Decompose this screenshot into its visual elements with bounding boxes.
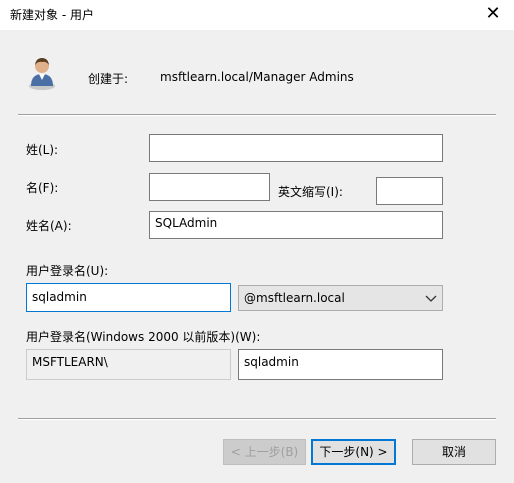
created-in-label: 创建于: [88, 72, 129, 86]
logon-name-label: 用户登录名(U): [26, 264, 109, 278]
last-name-label: 姓(L): [26, 143, 59, 157]
divider [18, 418, 496, 420]
next-button[interactable]: 下一步(N) > [311, 439, 396, 465]
domain-suffix-value: @msftlearn.local [244, 291, 345, 305]
window-title: 新建对象 - 用户 [10, 8, 94, 22]
pre2000-domain-field: MSFTLEARN\ [26, 349, 231, 380]
chevron-down-icon [424, 286, 438, 310]
full-name-label: 姓名(A): [26, 219, 72, 233]
domain-suffix-select[interactable]: @msftlearn.local [238, 285, 443, 311]
last-name-field[interactable] [149, 134, 443, 162]
close-icon[interactable]: ✕ [478, 3, 508, 25]
pre2000-logon-field[interactable]: sqladmin [238, 349, 443, 380]
initials-label: 英文缩写(I): [278, 185, 343, 199]
created-in-path: msftlearn.local/Manager Admins [160, 70, 354, 84]
first-name-label: 名(F): [26, 181, 59, 195]
cancel-button[interactable]: 取消 [412, 439, 496, 465]
title-bar: 新建对象 - 用户 ✕ [0, 0, 514, 30]
avatar [28, 56, 56, 90]
full-name-field[interactable]: SQLAdmin [149, 211, 443, 239]
logon-name-field[interactable]: sqladmin [26, 283, 231, 312]
new-user-dialog: 新建对象 - 用户 ✕ 创建于: msftlearn.local/Manager… [0, 0, 514, 483]
pre2000-logon-label: 用户登录名(Windows 2000 以前版本)(W): [26, 330, 261, 344]
initials-field[interactable] [376, 177, 443, 205]
back-button[interactable]: < 上一步(B) [223, 439, 306, 465]
user-icon [29, 58, 55, 90]
divider [18, 114, 496, 116]
first-name-field[interactable] [149, 173, 270, 201]
